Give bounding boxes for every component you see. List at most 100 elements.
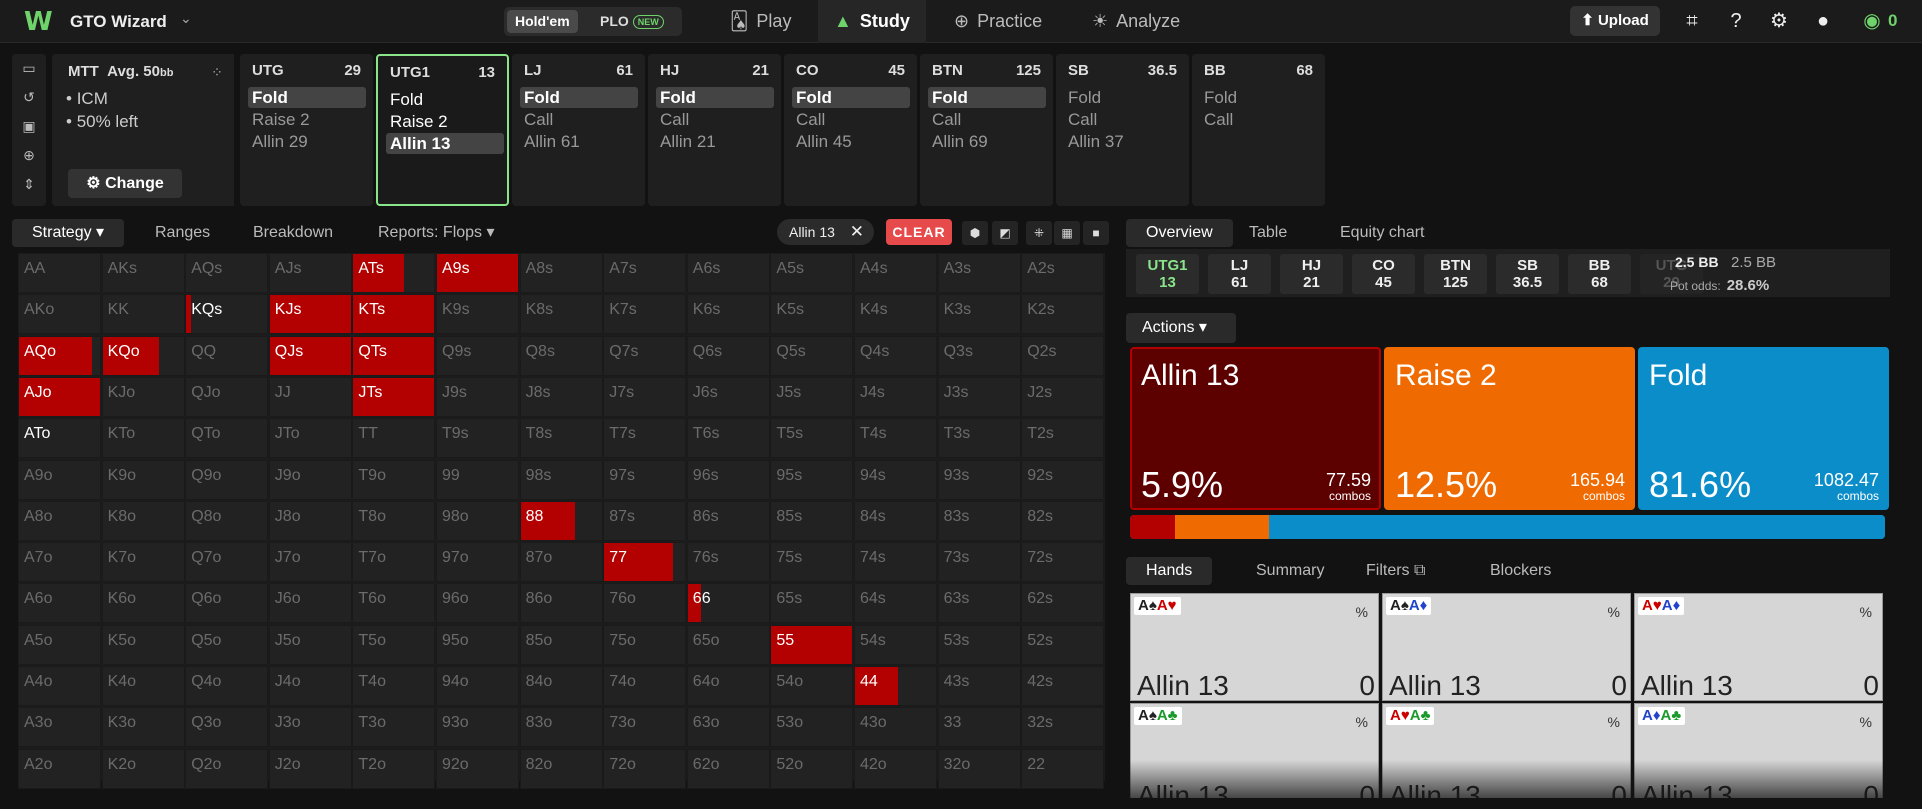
hand-cell[interactable]: 94s xyxy=(854,459,937,500)
hand-cell[interactable]: 95o xyxy=(436,624,519,665)
hand-cell[interactable]: 93s xyxy=(937,459,1021,500)
tab-reports-flops[interactable]: Reports: Flops ▾ xyxy=(358,219,515,247)
hand-cell[interactable]: 72o xyxy=(603,748,687,789)
hand-cell[interactable]: K7s xyxy=(603,294,687,335)
hand-cell[interactable]: K7o xyxy=(101,542,185,583)
hand-cell[interactable]: A3o xyxy=(18,707,101,748)
hero-utg1[interactable]: UTG1 13 xyxy=(1136,254,1199,294)
hand-cell[interactable]: T8o xyxy=(352,500,436,541)
hand-combo[interactable]: A♠A♦% Allin 13 0 xyxy=(1382,593,1631,701)
hand-cell[interactable]: J7s xyxy=(603,376,687,417)
hand-cell[interactable]: 87o xyxy=(519,542,603,583)
hero-btn[interactable]: BTN 125 xyxy=(1424,254,1487,294)
hand-cell[interactable]: Q9s xyxy=(436,335,519,376)
hand-cell[interactable]: Q3s xyxy=(937,335,1021,376)
hand-cell[interactable]: AJs xyxy=(268,253,352,293)
hand-cell[interactable]: Q2s xyxy=(1021,335,1105,376)
filter-chip[interactable]: Allin 13 ✕ xyxy=(777,219,874,245)
hand-cell[interactable]: 66 xyxy=(686,583,770,624)
cube-icon[interactable]: ⬢ xyxy=(962,221,988,245)
square-icon[interactable]: ■ xyxy=(1083,221,1109,245)
position-card-utg1[interactable]: UTG1 13 Fold Raise 2 Allin 13 xyxy=(376,54,509,206)
hand-cell[interactable]: 64s xyxy=(854,583,937,624)
hand-cell[interactable]: 53o xyxy=(770,707,854,748)
action-card-allin-13[interactable]: Allin 13 5.9% 77.59 combos xyxy=(1130,347,1381,510)
hand-cell[interactable]: JTs xyxy=(352,376,436,417)
hand-cell[interactable]: J9o xyxy=(268,459,352,500)
hand-cell[interactable]: A6o xyxy=(18,583,101,624)
hand-cell[interactable]: T4o xyxy=(352,666,436,706)
position-action[interactable]: Fold xyxy=(248,87,366,108)
hand-cell[interactable]: T7s xyxy=(603,418,687,459)
hand-cell[interactable]: KQs xyxy=(185,294,269,335)
percent-toggle[interactable]: % xyxy=(1608,714,1620,730)
percent-toggle[interactable]: % xyxy=(1860,714,1872,730)
hand-cell[interactable]: 87s xyxy=(603,500,687,541)
hand-cell[interactable]: QJs xyxy=(268,335,352,376)
hand-cell[interactable]: 43s xyxy=(937,666,1021,706)
hand-cell[interactable]: K2s xyxy=(1021,294,1105,335)
hand-cell[interactable]: 97o xyxy=(436,542,519,583)
hand-cell[interactable]: K3o xyxy=(101,707,185,748)
hand-cell[interactable]: Q4s xyxy=(854,335,937,376)
plo-toggle[interactable]: PLO NEW xyxy=(592,10,672,33)
hand-cell[interactable]: K3s xyxy=(937,294,1021,335)
hand-cell[interactable]: QQ xyxy=(185,335,269,376)
hand-cell[interactable]: 43o xyxy=(854,707,937,748)
nav-practice[interactable]: ⊕ Practice xyxy=(938,0,1058,43)
mtt-extra[interactable]: ⁘ xyxy=(200,54,234,206)
position-card-co[interactable]: CO 45 Fold Call Allin 45 xyxy=(784,54,917,206)
hand-cell[interactable]: 44 xyxy=(854,666,937,706)
hand-cell[interactable]: 82o xyxy=(519,748,603,789)
screenshot-icon[interactable]: ⌗ xyxy=(1679,8,1705,34)
hand-cell[interactable]: 75s xyxy=(770,542,854,583)
hand-cell[interactable]: AA xyxy=(18,253,101,293)
hand-cell[interactable]: 93o xyxy=(436,707,519,748)
hand-cell[interactable]: 83s xyxy=(937,500,1021,541)
hand-cell[interactable]: J9s xyxy=(436,376,519,417)
upload-button[interactable]: ⬆ Upload xyxy=(1570,6,1660,36)
hand-combo[interactable]: A♥A♦% Allin 13 0 xyxy=(1634,593,1883,701)
hand-cell[interactable]: J5s xyxy=(770,376,854,417)
hand-cell[interactable]: A7s xyxy=(603,253,687,293)
hand-cell[interactable]: A2s xyxy=(1021,253,1105,293)
hand-cell[interactable]: J8s xyxy=(519,376,603,417)
hand-cell[interactable]: Q2o xyxy=(185,748,269,789)
hand-cell[interactable]: KK xyxy=(101,294,185,335)
hand-cell[interactable]: 96s xyxy=(686,459,770,500)
tab-summary[interactable]: Summary xyxy=(1236,557,1344,585)
hand-cell[interactable]: 53s xyxy=(937,624,1021,665)
hand-cell[interactable]: 92s xyxy=(1021,459,1105,500)
hand-cell[interactable]: AQs xyxy=(185,253,269,293)
contrast-icon[interactable]: ◩ xyxy=(992,221,1018,245)
hand-cell[interactable]: 72s xyxy=(1021,542,1105,583)
hand-cell[interactable]: 97s xyxy=(603,459,687,500)
action-card-raise-2[interactable]: Raise 2 12.5% 165.94 combos xyxy=(1384,347,1635,510)
hand-cell[interactable]: ATs xyxy=(352,253,436,293)
history-icon[interactable]: ↺ xyxy=(12,83,46,112)
compact-grid-icon[interactable]: ⁜ xyxy=(1026,221,1052,245)
hand-cell[interactable]: A2o xyxy=(18,748,101,789)
hand-cell[interactable]: J8o xyxy=(268,500,352,541)
clear-button[interactable]: CLEAR xyxy=(886,219,952,245)
position-action[interactable]: Allin 29 xyxy=(248,131,366,152)
hand-cell[interactable]: 76o xyxy=(603,583,687,624)
hand-cell[interactable]: J7o xyxy=(268,542,352,583)
hand-cell[interactable]: 63s xyxy=(937,583,1021,624)
hand-cell[interactable]: 85s xyxy=(770,500,854,541)
hand-cell[interactable]: KTs xyxy=(352,294,436,335)
hand-cell[interactable]: 96o xyxy=(436,583,519,624)
hand-cell[interactable]: A7o xyxy=(18,542,101,583)
tab-breakdown[interactable]: Breakdown xyxy=(233,219,353,247)
hand-cell[interactable]: 94o xyxy=(436,666,519,706)
hand-cell[interactable]: 73s xyxy=(937,542,1021,583)
hand-cell[interactable]: 52o xyxy=(770,748,854,789)
hand-cell[interactable]: 73o xyxy=(603,707,687,748)
hand-cell[interactable]: Q4o xyxy=(185,666,269,706)
hand-cell[interactable]: J2s xyxy=(1021,376,1105,417)
hand-cell[interactable]: A8o xyxy=(18,500,101,541)
hand-cell[interactable]: T6o xyxy=(352,583,436,624)
position-card-utg[interactable]: UTG 29 Fold Raise 2 Allin 29 xyxy=(240,54,373,206)
hand-cell[interactable]: K6s xyxy=(686,294,770,335)
hand-cell[interactable]: K5s xyxy=(770,294,854,335)
